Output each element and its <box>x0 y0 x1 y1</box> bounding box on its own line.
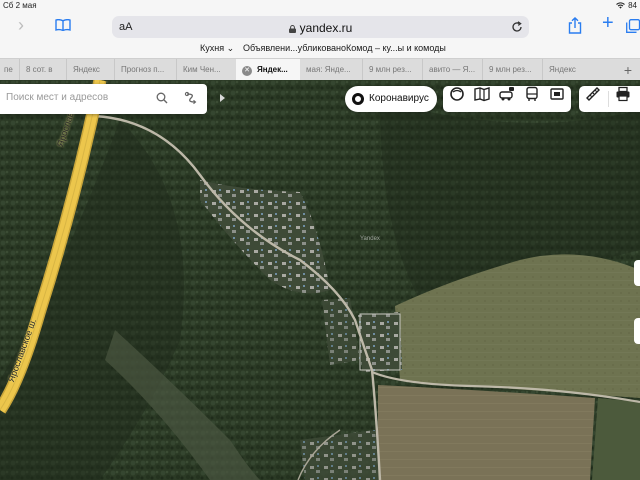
tab-label: Яндекс <box>73 65 100 74</box>
search-input[interactable] <box>6 92 146 103</box>
tab[interactable]: авито — Я... <box>422 59 482 80</box>
coronavirus-label: Коронавирус <box>369 93 429 104</box>
book-icon[interactable] <box>55 19 71 31</box>
tab[interactable]: Ким Чен... <box>176 59 236 80</box>
plus-icon[interactable]: + <box>602 13 614 33</box>
collapse-panel-icon[interactable] <box>220 94 225 102</box>
tab[interactable]: пе <box>0 59 19 80</box>
print-icon[interactable] <box>615 86 631 102</box>
wifi-icon <box>616 2 625 9</box>
coronavirus-button[interactable]: Коронавирус <box>345 86 437 112</box>
battery-level: 84 <box>628 1 637 10</box>
tabs-overview-icon[interactable] <box>626 19 640 33</box>
close-tab-icon[interactable]: ✕ <box>242 66 252 76</box>
tab-active[interactable]: ✕ Яндек... <box>236 59 300 80</box>
favorite-commode[interactable]: Комод – ку...ы и комоды <box>346 43 446 53</box>
target-icon <box>352 93 364 105</box>
map-watermark: Yandex <box>360 236 380 242</box>
tab[interactable]: 9 млн рез... <box>362 59 422 80</box>
search-icon[interactable] <box>156 92 168 104</box>
favorite-kitchen[interactable]: Кухня ⌄ <box>200 43 234 54</box>
chevron-right-icon[interactable]: › <box>18 16 24 34</box>
tab-label: Прогноз п... <box>121 65 165 74</box>
tab[interactable]: Прогноз п... <box>114 59 176 80</box>
map-tools <box>579 86 640 112</box>
tab[interactable]: 8 сот. в <box>19 59 66 80</box>
browser-window: Сб 2 мая 84 › аА yandex.ru + Кухня ⌄ Объ… <box>0 0 640 480</box>
geolocation-control-edge[interactable] <box>634 318 640 344</box>
map-layer-controls <box>443 86 571 112</box>
tab[interactable]: мая: Яндe... <box>300 59 362 80</box>
tab-label: Ким Чен... <box>183 65 221 74</box>
status-date: Сб 2 мая <box>3 1 37 10</box>
tab[interactable]: 9 млн рез... <box>482 59 542 80</box>
panorama-icon[interactable] <box>549 86 565 102</box>
ruler-icon[interactable] <box>585 86 601 102</box>
tab[interactable]: Яндекс <box>542 59 602 80</box>
tab-label: 9 млн рез... <box>369 65 412 74</box>
browser-toolbar: › аА yandex.ru + <box>0 12 640 42</box>
tab-label: пе <box>4 65 13 74</box>
transit-icon[interactable] <box>524 86 540 102</box>
lock-icon <box>288 25 296 33</box>
map-book-icon[interactable] <box>474 86 490 102</box>
tab-label: авито — Я... <box>429 65 476 74</box>
zoom-control-edge[interactable] <box>634 260 640 286</box>
tools-divider <box>608 91 609 107</box>
layers-icon[interactable] <box>449 86 465 102</box>
url-text: yandex.ru <box>299 21 353 35</box>
satellite-imagery <box>0 80 640 480</box>
status-right: 84 <box>616 1 637 10</box>
url-display: yandex.ru <box>112 21 529 35</box>
reload-icon[interactable] <box>511 21 523 33</box>
map-search-box <box>0 84 207 114</box>
tab-label: Яндекс <box>549 65 576 74</box>
traffic-icon[interactable] <box>499 86 515 102</box>
browser-chrome: Сб 2 мая 84 › аА yandex.ru + Кухня ⌄ Объ… <box>0 0 640 80</box>
address-bar[interactable]: аА yandex.ru <box>112 16 529 38</box>
tab-label: Яндек... <box>257 65 288 74</box>
route-icon[interactable] <box>184 91 198 105</box>
tab-label: 8 сот. в <box>26 65 53 74</box>
tab-label: 9 млн рез... <box>489 65 532 74</box>
share-icon[interactable] <box>568 17 582 34</box>
tab-bar: пе 8 сот. в Яндекс Прогноз п... Ким Чен.… <box>0 58 640 80</box>
new-tab-icon[interactable]: + <box>624 62 632 78</box>
favorite-ads[interactable]: Объявлени...убликовано <box>243 43 346 53</box>
tab-label: мая: Яндe... <box>306 65 351 74</box>
status-bar: Сб 2 мая 84 <box>0 0 640 12</box>
tab[interactable]: Яндекс <box>66 59 114 80</box>
favorites-bar: Кухня ⌄ Объявлени...убликовано Комод – к… <box>0 43 640 57</box>
satellite-map[interactable]: Ярославское ш. Ярославское ш. Yandex Кор… <box>0 80 640 480</box>
